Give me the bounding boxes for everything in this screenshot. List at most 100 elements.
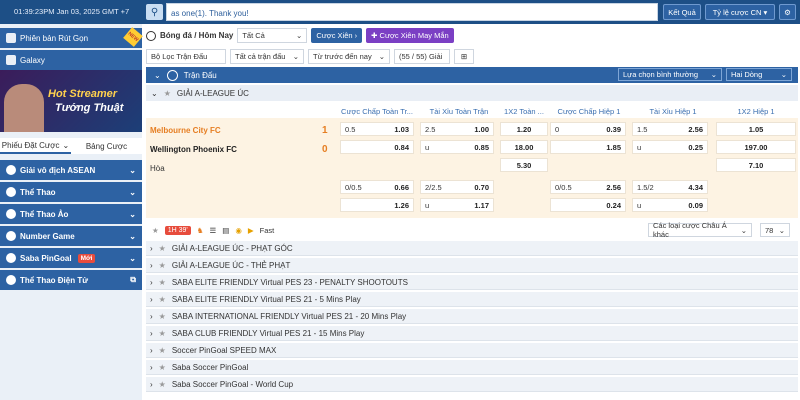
league-row[interactable]: › ★ GIẢI A-LEAGUE ÚC - THẺ PHẠT: [146, 258, 798, 273]
star-icon[interactable]: ★: [159, 278, 166, 287]
star-icon[interactable]: ★: [159, 312, 166, 321]
odds-cell[interactable]: 1.85: [550, 140, 626, 154]
sidebar-item-esports[interactable]: Thể Thao Điện Tử ⧉: [0, 270, 142, 290]
odds-cell[interactable]: 0/0.5 0.66: [340, 180, 414, 194]
league-row[interactable]: › ★ Saba Soccer PinGoal: [146, 360, 798, 375]
sidebar-item-sports[interactable]: Thể Thao ⌄: [0, 182, 142, 202]
league-row[interactable]: › ★ SABA ELITE FRIENDLY Virtual PES 23 - P…: [146, 275, 798, 290]
odds-cell[interactable]: 0 0.39: [550, 122, 626, 136]
sort-select[interactable]: Từ trước đến nay ⌄: [308, 49, 390, 64]
sort-label: Từ trước đến nay: [313, 52, 372, 61]
col-header: Tài Xỉu Hiệp 1: [649, 106, 697, 116]
sidebar-item-number-game[interactable]: Number Game ⌄: [0, 226, 142, 246]
odds-cell[interactable]: 1.5 2.56: [632, 122, 708, 136]
league-count[interactable]: (55 / 55) Giải: [394, 49, 450, 64]
list-icon[interactable]: ☰: [209, 226, 216, 235]
new-ribbon-icon: NEW: [123, 27, 143, 47]
parlay-button[interactable]: Cược Xiên ›: [311, 28, 363, 43]
odds-cell[interactable]: u 0.25: [632, 140, 708, 154]
results-button[interactable]: Kết Quả: [663, 4, 701, 20]
odds-cell[interactable]: u 0.09: [632, 198, 708, 212]
tab-bet-list[interactable]: Bảng Cược: [71, 138, 142, 154]
banner-subtitle: Tướng Thuật: [55, 102, 124, 114]
star-icon[interactable]: ★: [159, 261, 166, 270]
odds-cell[interactable]: 5.30: [500, 158, 548, 172]
odds-cell[interactable]: u 1.17: [420, 198, 494, 212]
odds-cell[interactable]: 0.5 1.03: [340, 122, 414, 136]
odds-cell[interactable]: 0.24: [550, 198, 626, 212]
tab-bet-slip[interactable]: Phiếu Đặt Cược ⌄: [0, 138, 71, 154]
settings-icon[interactable]: ⚙: [779, 4, 796, 20]
odds-cell[interactable]: 2/2.5 0.70: [420, 180, 494, 194]
sidebar-item-saba-pingoal[interactable]: Saba PinGoal Mới ⌄: [0, 248, 142, 268]
number-game-icon: [6, 231, 16, 241]
date-select[interactable]: Tất Cả ⌄: [237, 28, 308, 43]
star-icon[interactable]: ★: [164, 89, 171, 98]
league-row[interactable]: › ★ Soccer PinGoal SPEED MAX: [146, 343, 798, 358]
odds-format-button[interactable]: Tỷ lệ cược CN ▾: [705, 4, 775, 20]
star-icon[interactable]: ★: [159, 295, 166, 304]
odds: 1.26: [394, 200, 409, 210]
odds-cell[interactable]: 1.20: [500, 122, 548, 136]
league-row[interactable]: › ★ SABA INTERNATIONAL FRIENDLY Virtual PE…: [146, 309, 798, 324]
star-icon[interactable]: ★: [159, 329, 166, 338]
handicap: 1.5: [637, 124, 648, 134]
pingoal-icon: [6, 253, 16, 263]
odds-cell[interactable]: 2.5 1.00: [420, 122, 494, 136]
league-row[interactable]: › ★ SABA CLUB FRIENDLY Virtual PES 21 - 15…: [146, 326, 798, 341]
stats-icon[interactable]: ♞: [197, 226, 204, 235]
collapse-icon[interactable]: ⌄: [154, 71, 161, 80]
league-name: Soccer PinGoal SPEED MAX: [171, 345, 277, 355]
odds-cell[interactable]: 7.10: [716, 158, 796, 172]
league-row[interactable]: › ★ GIẢI A-LEAGUE ÚC - PHẠT GÓC: [146, 241, 798, 256]
sidebar-item-label: Number Game: [20, 231, 75, 241]
promo-galaxy[interactable]: Galaxy: [0, 50, 142, 70]
match-filter-row: Bộ Lọc Trận Đấu Tất cả trận đấu ⌄ Từ trướ…: [146, 48, 800, 65]
layout-toggle-icon[interactable]: ⊞: [454, 49, 474, 64]
odds-cell[interactable]: u 0.85: [420, 140, 494, 154]
date-select-value: Tất Cả: [242, 31, 265, 40]
sidebar-item-asean[interactable]: Giải vô địch ASEAN ⌄: [0, 160, 142, 180]
away-team: Wellington Phoenix FC: [150, 145, 237, 154]
odds-cell[interactable]: 1.26: [340, 198, 414, 212]
lucky-parlay-label: Cược Xiên May Mắn: [379, 31, 449, 40]
handicap: 0/0.5: [345, 182, 362, 192]
market-count-select[interactable]: 78 ⌄: [760, 223, 790, 237]
league-row-a-league[interactable]: ⌄ ★ GIẢI A-LEAGUE ÚC: [146, 85, 798, 101]
league-row[interactable]: › ★ Saba Soccer PinGoal - World Cup: [146, 377, 798, 392]
search-icon[interactable]: ⚲: [146, 4, 163, 20]
handicap: 0: [555, 124, 560, 134]
promo-lite-version[interactable]: Phiên bản Rút Gọn NEW: [0, 27, 143, 48]
live-stream-icon[interactable]: ▶: [248, 226, 254, 235]
odds-cell[interactable]: 197.00: [716, 140, 796, 154]
parlay-label: Cược Xiên: [316, 31, 353, 40]
streamer-banner[interactable]: Hot Streamer Tướng Thuật: [0, 70, 142, 132]
league-filter[interactable]: Bộ Lọc Trận Đấu: [146, 49, 226, 64]
star-icon[interactable]: ★: [159, 363, 166, 372]
odds-cell[interactable]: 0.84: [340, 140, 414, 154]
star-icon[interactable]: ★: [159, 380, 166, 389]
chevron-down-icon: ⌄: [778, 225, 785, 235]
all-matches-select[interactable]: Tất cả trận đấu ⌄: [230, 49, 304, 64]
odds-cell[interactable]: 18.00: [500, 140, 548, 154]
star-icon[interactable]: ★: [159, 346, 166, 355]
odds: 5.30: [516, 160, 532, 170]
chart-icon[interactable]: ▤: [222, 226, 229, 235]
odds-cell[interactable]: 1.5/2 4.34: [632, 180, 708, 194]
handicap: 1.5/2: [637, 182, 654, 192]
chevron-down-icon: ⌄: [292, 52, 299, 61]
galaxy-icon: [6, 55, 16, 65]
fast-label[interactable]: Fast: [260, 226, 275, 235]
odds-cell[interactable]: 1.05: [716, 122, 796, 136]
tv-icon[interactable]: ◉: [235, 226, 242, 235]
preference-select[interactable]: Lựa chọn bình thường ⌄: [618, 68, 722, 81]
star-icon[interactable]: ★: [159, 244, 166, 253]
league-row[interactable]: › ★ SABA ELITE FRIENDLY Virtual PES 21 - 5…: [146, 292, 798, 307]
sidebar: Phiên bản Rút Gọn NEW Galaxy Hot Streamer…: [0, 24, 143, 400]
odds-type-select[interactable]: Các loại cược Châu Á khác ⌄: [648, 221, 752, 239]
star-icon[interactable]: ★: [152, 226, 159, 235]
sidebar-item-virtual-sports[interactable]: Thể Thao Ảo ⌄: [0, 204, 142, 224]
lines-select[interactable]: Hai Dòng ⌄: [726, 68, 792, 81]
odds-cell[interactable]: 0/0.5 2.56: [550, 180, 626, 194]
lucky-parlay-button[interactable]: ✚ Cược Xiên May Mắn: [366, 28, 454, 43]
